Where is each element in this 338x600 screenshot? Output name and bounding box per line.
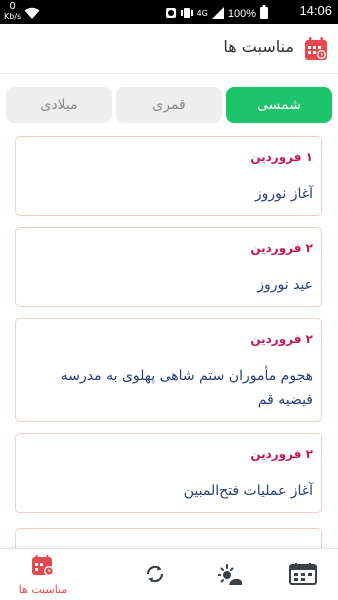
bottom-navigation: مناسبت ها [0, 548, 338, 600]
tab-ghamari[interactable]: قمری [116, 87, 222, 123]
event-date: ۲ فروردین [250, 241, 313, 255]
battery-icon [260, 4, 268, 23]
weather-icon [217, 563, 244, 591]
event-title: آغاز نوروز [254, 186, 313, 202]
sync-icon [144, 563, 166, 589]
events-list[interactable]: ۱ فروردین آغاز نوروز ۲ فروردین عید نوروز… [0, 130, 338, 548]
nav-calendar[interactable] [268, 549, 338, 600]
nav-occasions[interactable]: مناسبت ها [8, 549, 78, 600]
event-title: عید نوروز [257, 277, 313, 293]
battery-level: 100% [227, 7, 256, 20]
event-card[interactable]: ۱ فروردین آغاز نوروز [15, 136, 322, 216]
tab-shamsi[interactable]: شمسی [226, 87, 332, 123]
network-speed-unit: Kb/s [4, 12, 22, 21]
calendar-icon [304, 37, 328, 61]
vibrate-icon [180, 4, 193, 23]
network-type: 4G [196, 8, 208, 18]
event-date: ۱ فروردین [250, 150, 313, 164]
signal-icon [211, 4, 224, 23]
app-header: مناسبت ها [0, 24, 338, 74]
page-title: مناسبت ها [223, 37, 294, 56]
event-card[interactable]: ۲ فروردین آغاز عملیات فتح‌المبین [15, 433, 322, 513]
status-icons: 4G 100% [165, 4, 268, 23]
nav-weather[interactable] [196, 549, 266, 600]
nav-convert[interactable] [120, 549, 190, 600]
event-card[interactable]: ۲ فروردین عید نوروز [15, 227, 322, 307]
calendar-type-tabs: شمسی قمری میلادی [6, 87, 332, 123]
wifi-icon [24, 5, 40, 24]
network-speed: 0 Kb/s [4, 1, 21, 21]
status-bar: 0 Kb/s 4G 100% 14:06 [0, 0, 338, 24]
event-date: ۲ فروردین [250, 332, 313, 346]
event-date: ۲ فروردین [250, 447, 313, 461]
alarm-icon [165, 4, 177, 23]
clock: 14:06 [299, 3, 332, 18]
event-title: آغاز عملیات فتح‌المبین [183, 483, 313, 499]
calendar-occasions-icon [31, 555, 55, 581]
tab-miladi[interactable]: میلادی [6, 87, 112, 123]
calendar-grid-icon [289, 563, 317, 589]
event-card[interactable]: ۲ فروردین هجوم مأموران ستم شاهی پهلوی به… [15, 318, 322, 422]
network-speed-value: 0 [9, 1, 16, 12]
event-title: هجوم مأموران ستم شاهی پهلوی به مدرسه فیض… [60, 368, 313, 408]
event-card-partial[interactable] [15, 528, 322, 548]
nav-occasions-label: مناسبت ها [18, 583, 68, 596]
